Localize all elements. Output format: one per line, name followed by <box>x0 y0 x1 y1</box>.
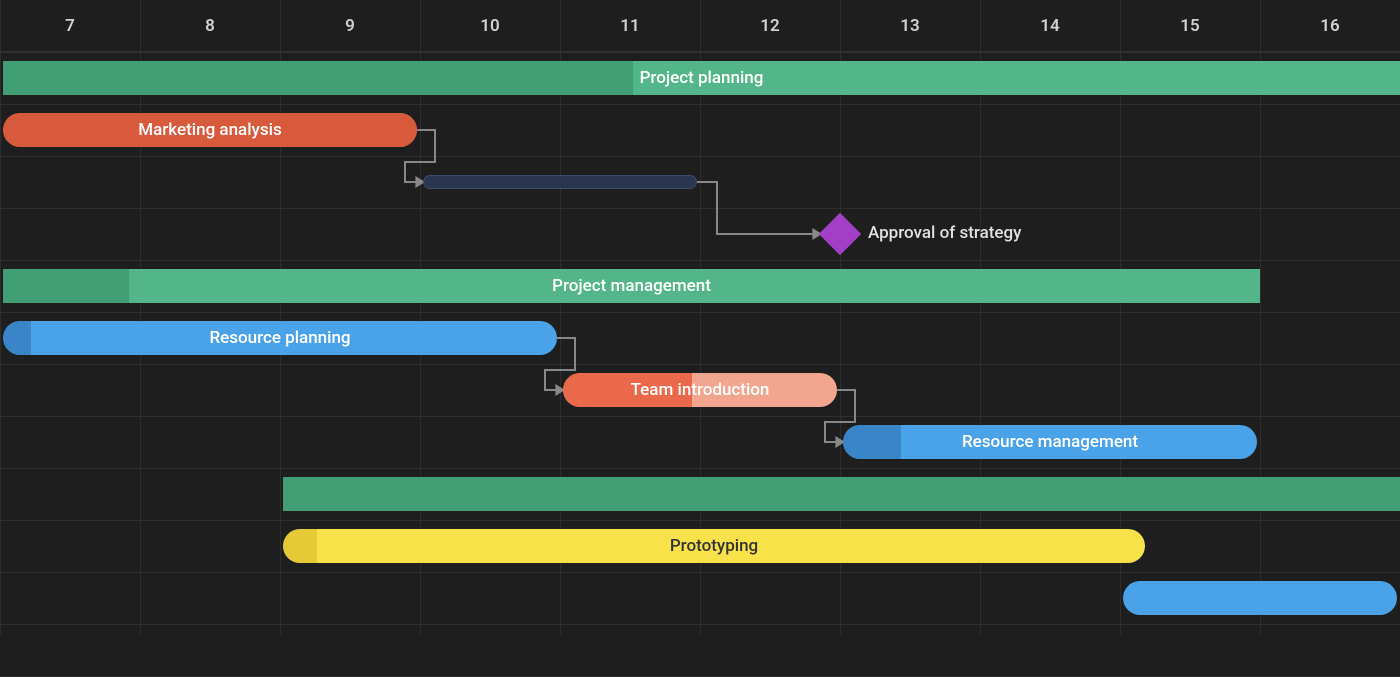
grid-col <box>280 0 281 634</box>
gantt-thin-bar[interactable] <box>423 175 697 189</box>
grid-col <box>1260 0 1261 634</box>
gantt-group-bar[interactable]: Project planning <box>3 61 1400 95</box>
task-progress-fill <box>3 321 31 355</box>
header-cell-11: 11 <box>560 0 700 52</box>
grid-row <box>0 520 1400 521</box>
gantt-header: 7 8 9 10 11 12 13 14 15 16 <box>0 0 1400 52</box>
gantt-task-bar[interactable]: Resource planning <box>3 321 557 355</box>
gantt-chart: 7 8 9 10 11 12 13 14 15 16 Project planning Market… <box>0 0 1400 634</box>
grid-row <box>0 52 1400 53</box>
group-bar-label: Project planning <box>640 68 764 88</box>
grid-row <box>0 364 1400 365</box>
group-progress-shade <box>3 61 633 95</box>
gantt-group-bar[interactable] <box>283 477 1400 511</box>
header-cell-14: 14 <box>980 0 1120 52</box>
group-bar-label: Project management <box>552 276 711 296</box>
task-bar-label: Resource management <box>962 432 1138 452</box>
milestone-label: Approval of strategy <box>868 223 1021 243</box>
grid-row <box>0 260 1400 261</box>
grid-row <box>0 468 1400 469</box>
header-cell-10: 10 <box>420 0 560 52</box>
header-cell-16: 16 <box>1260 0 1400 52</box>
grid-row <box>0 312 1400 313</box>
grid-col <box>0 0 1 634</box>
grid-col <box>140 0 141 634</box>
header-cell-15: 15 <box>1120 0 1260 52</box>
header-cell-label: 16 <box>1320 16 1339 36</box>
header-cell-label: 12 <box>760 16 779 36</box>
gantt-task-bar[interactable]: Prototyping <box>283 529 1145 563</box>
header-cell-label: 8 <box>205 16 215 36</box>
grid-row <box>0 208 1400 209</box>
task-bar-label: Resource planning <box>209 328 350 348</box>
header-cell-label: 15 <box>1180 16 1199 36</box>
group-progress-shade <box>3 269 129 303</box>
header-cell-label: 9 <box>345 16 355 36</box>
header-cell-13: 13 <box>840 0 980 52</box>
grid-row <box>0 416 1400 417</box>
gantt-group-bar[interactable]: Project management <box>3 269 1260 303</box>
gantt-task-bar[interactable]: Resource management <box>843 425 1257 459</box>
grid-row <box>0 572 1400 573</box>
gantt-task-bar[interactable] <box>1123 581 1397 615</box>
grid-row <box>0 156 1400 157</box>
grid-row <box>0 624 1400 625</box>
header-cell-label: 11 <box>620 16 639 36</box>
grid-row <box>0 104 1400 105</box>
header-cell-label: 13 <box>900 16 919 36</box>
header-cell-8: 8 <box>140 0 280 52</box>
header-cell-label: 10 <box>480 16 499 36</box>
gantt-task-bar[interactable]: Marketing analysis <box>3 113 417 147</box>
task-bar-label: Marketing analysis <box>138 120 281 140</box>
header-cell-label: 7 <box>65 16 75 36</box>
header-cell-9: 9 <box>280 0 420 52</box>
header-cell-12: 12 <box>700 0 840 52</box>
task-progress-fill <box>843 425 901 459</box>
task-bar-label: Team introduction <box>631 380 770 400</box>
task-bar-label: Prototyping <box>670 536 758 556</box>
task-progress-fill <box>283 529 317 563</box>
gantt-task-bar[interactable]: Team introduction <box>563 373 837 407</box>
header-cell-label: 14 <box>1040 16 1059 36</box>
header-cell-7: 7 <box>0 0 140 52</box>
